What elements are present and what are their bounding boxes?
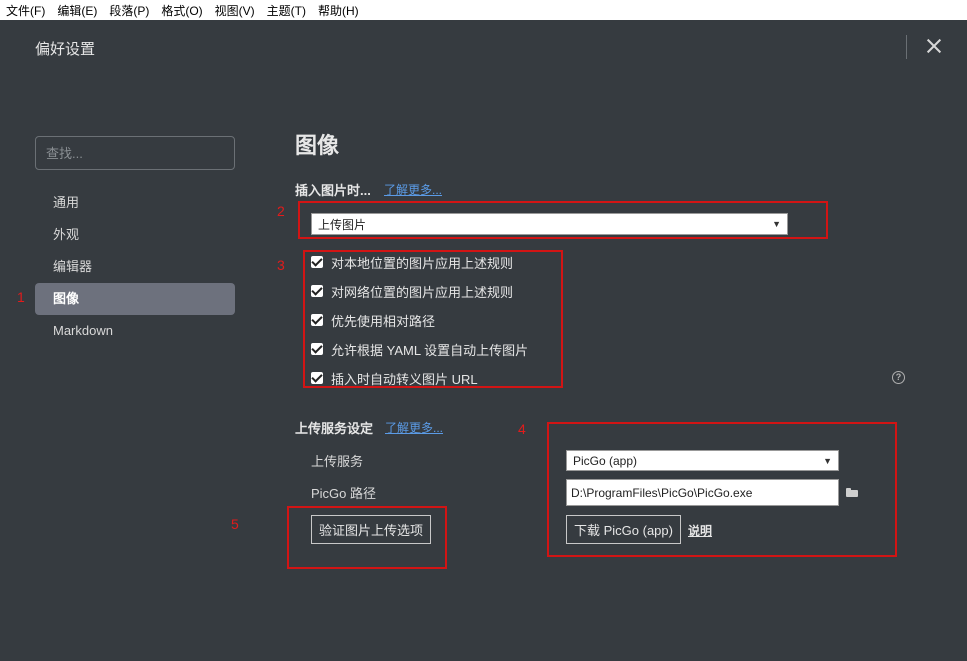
sidebar-item-general[interactable]: 通用: [35, 187, 235, 219]
upload-learn-more-link[interactable]: 了解更多...: [385, 419, 443, 436]
insert-action-value: 上传图片: [318, 217, 367, 232]
menu-view[interactable]: 视图(V): [215, 2, 255, 19]
checkbox-label: 对网络位置的图片应用上述规则: [331, 284, 514, 300]
menu-help[interactable]: 帮助(H): [318, 2, 359, 19]
question-circle-icon[interactable]: ?: [892, 371, 905, 384]
search-input[interactable]: [35, 136, 235, 170]
menu-paragraph[interactable]: 段落(P): [109, 2, 149, 19]
insert-learn-more-link[interactable]: 了解更多...: [384, 181, 442, 198]
annotation-5: 5: [231, 516, 239, 532]
chevron-down-icon: ▼: [772, 219, 781, 229]
menu-edit[interactable]: 编辑(E): [57, 2, 97, 19]
checkmark-icon[interactable]: [311, 285, 323, 297]
menu-format[interactable]: 格式(O): [161, 2, 202, 19]
checkbox-label: 插入时自动转义图片 URL: [331, 371, 478, 387]
verify-upload-button[interactable]: 验证图片上传选项: [311, 515, 431, 544]
picgo-path-input[interactable]: D:\ProgramFiles\PicGo\PicGo.exe: [566, 479, 839, 506]
checkbox-relative-path[interactable]: 优先使用相对路径: [311, 310, 435, 330]
insert-image-label: 插入图片时...: [295, 183, 371, 198]
upload-service-select[interactable]: PicGo (app) ▼: [566, 450, 839, 471]
checkmark-icon[interactable]: [311, 314, 323, 326]
checkbox-network-images[interactable]: 对网络位置的图片应用上述规则: [311, 281, 513, 301]
upload-service-value: PicGo (app): [573, 453, 638, 468]
dialog-title: 偏好设置: [35, 41, 96, 58]
checkmark-icon[interactable]: [311, 343, 323, 355]
checkbox-label: 允许根据 YAML 设置自动上传图片: [331, 342, 529, 358]
section-title: 图像: [295, 133, 340, 158]
picgo-path-label: PicGo 路径: [311, 486, 377, 501]
upload-service-label: 上传服务: [311, 454, 364, 469]
sidebar-item-markdown[interactable]: Markdown: [35, 315, 235, 347]
annotation-4: 4: [518, 421, 526, 437]
checkbox-escape-url[interactable]: 插入时自动转义图片 URL: [311, 368, 478, 388]
instructions-link[interactable]: 说明: [688, 522, 712, 539]
checkmark-icon[interactable]: [311, 256, 323, 268]
chevron-down-icon: ▼: [823, 455, 832, 466]
checkbox-label: 对本地位置的图片应用上述规则: [331, 255, 514, 271]
checkbox-label: 优先使用相对路径: [331, 313, 436, 329]
sidebar-item-appearance[interactable]: 外观: [35, 219, 235, 251]
insert-action-select[interactable]: 上传图片 ▼: [311, 213, 788, 235]
annotation-3: 3: [277, 257, 285, 273]
header-divider: [906, 35, 907, 59]
dialog-header: 偏好设置: [0, 20, 967, 76]
checkbox-local-images[interactable]: 对本地位置的图片应用上述规则: [311, 252, 513, 272]
annotation-1: 1: [17, 289, 25, 305]
sidebar-item-editor[interactable]: 编辑器: [35, 251, 235, 283]
upload-settings-label: 上传服务设定: [295, 421, 374, 436]
menu-file[interactable]: 文件(F): [6, 2, 45, 19]
sidebar-item-image[interactable]: 图像: [35, 283, 235, 315]
menu-theme[interactable]: 主题(T): [267, 2, 306, 19]
annotation-2: 2: [277, 203, 285, 219]
checkbox-yaml-upload[interactable]: 允许根据 YAML 设置自动上传图片: [311, 339, 528, 359]
folder-icon[interactable]: [846, 488, 858, 497]
checkmark-icon[interactable]: [311, 372, 323, 384]
menu-bar: 文件(F) 编辑(E) 段落(P) 格式(O) 视图(V) 主题(T) 帮助(H…: [0, 0, 967, 20]
download-picgo-button[interactable]: 下载 PicGo (app): [566, 515, 681, 544]
picgo-path-value: D:\ProgramFiles\PicGo\PicGo.exe: [571, 485, 753, 500]
close-icon[interactable]: [922, 34, 946, 58]
